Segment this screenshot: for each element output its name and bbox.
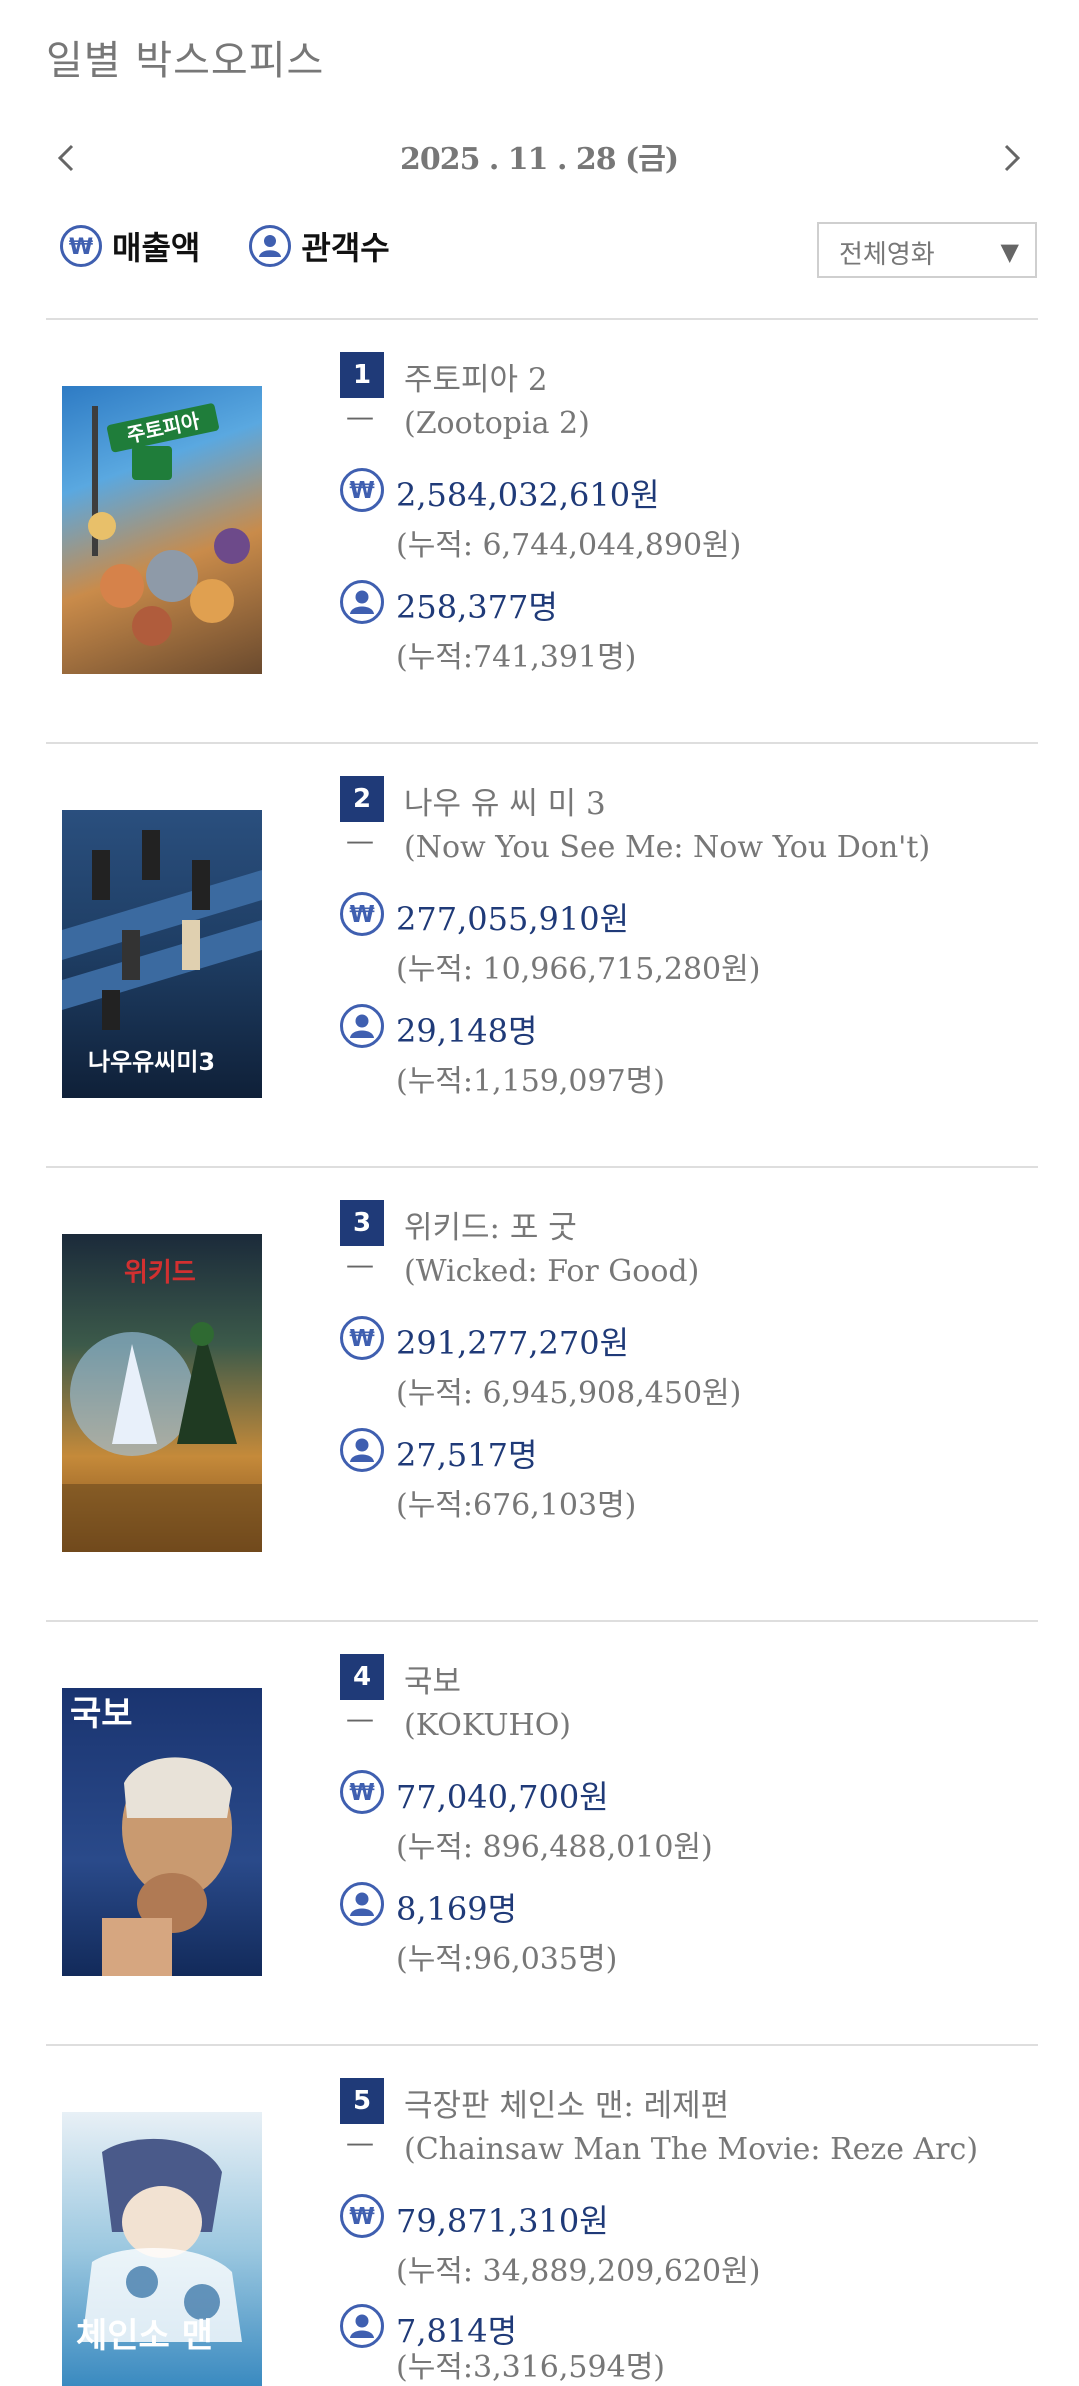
divider: [46, 318, 1038, 320]
movie-title[interactable]: 주토피아 2: [404, 354, 548, 399]
title-dash: —: [346, 1248, 374, 1281]
next-day-button[interactable]: [992, 136, 1032, 180]
legend: ₩ 매출액 관객수: [60, 223, 434, 273]
rank-badge: 2: [340, 776, 384, 822]
legend-sales: ₩ 매출액: [60, 223, 200, 269]
legend-audience: 관객수: [249, 223, 390, 269]
svg-text:₩: ₩: [69, 235, 93, 260]
daily-sales: 79,871,310원: [396, 2202, 609, 2240]
box-office-page: 일별 박스오피스 2025 . 11 . 28 (금) ₩ 매출액 관객수 전체…: [0, 0, 1079, 2386]
movie-poster: 체인소 맨: [62, 2112, 262, 2386]
accumulated-audience: (누적:3,316,594명): [396, 2350, 665, 2385]
poster-title-text: 국보: [70, 1694, 133, 1734]
poster-title-text: 나우유씨미3: [88, 1048, 216, 1076]
poster-title-text: 체인소 맨: [76, 2316, 213, 2356]
person-icon: [340, 580, 384, 624]
accumulated-audience: (누적:96,035명): [396, 1942, 618, 1977]
person-icon: [340, 1428, 384, 1472]
legend-sales-label: 매출액: [112, 229, 201, 267]
movie-poster: 주토피아: [62, 386, 262, 674]
movie-poster: 국보: [62, 1688, 262, 1976]
movie-poster: 위키드: [62, 1234, 262, 1552]
movie-poster: 나우유씨미3: [62, 810, 262, 1098]
movie-title[interactable]: 국보: [404, 1656, 461, 1701]
accumulated-sales: (누적: 6,945,908,450원): [396, 1376, 742, 1411]
rank-badge: 5: [340, 2078, 384, 2124]
movie-title[interactable]: 극장판 체인소 맨: 레제편: [404, 2080, 729, 2125]
divider: [46, 1620, 1038, 1622]
daily-audience: 258,377명: [396, 588, 558, 626]
movie-row[interactable]: 위키드 3 위키드: 포 굿 — (Wicked: For Good) ₩ 29…: [46, 1200, 1038, 1620]
daily-audience: 29,148명: [396, 1012, 538, 1050]
movie-title[interactable]: 나우 유 씨 미 3: [404, 778, 606, 823]
accumulated-sales: (누적: 896,488,010원): [396, 1830, 713, 1865]
svg-text:₩: ₩: [349, 902, 375, 928]
svg-text:₩: ₩: [349, 1780, 375, 1806]
original-title: (KOKUHO): [404, 1708, 571, 1743]
daily-sales: 277,055,910원: [396, 900, 630, 938]
accumulated-audience: (누적:741,391명): [396, 640, 637, 675]
won-icon: ₩: [340, 1770, 384, 1814]
daily-sales: 291,277,270원: [396, 1324, 630, 1362]
page-title: 일별 박스오피스: [46, 38, 325, 84]
accumulated-sales: (누적: 10,966,715,280원): [396, 952, 761, 987]
divider: [46, 2044, 1038, 2046]
current-date: 2025 . 11 . 28 (금): [399, 142, 679, 177]
movie-row[interactable]: 나우유씨미3 2 나우 유 씨 미 3 — (Now You See Me: N…: [46, 776, 1038, 1166]
person-icon: [340, 1004, 384, 1048]
won-icon: ₩: [340, 892, 384, 936]
person-icon: [340, 1882, 384, 1926]
daily-sales: 2,584,032,610원: [396, 476, 660, 514]
rank-badge: 4: [340, 1654, 384, 1700]
daily-audience: 27,517명: [396, 1436, 538, 1474]
daily-audience: 8,169명: [396, 1890, 518, 1928]
chevron-right-icon: [1004, 144, 1021, 172]
divider: [46, 742, 1038, 744]
legend-audience-label: 관객수: [301, 229, 390, 267]
won-icon: ₩: [340, 1316, 384, 1360]
movie-filter-select[interactable]: 전체영화 ▼: [817, 222, 1037, 278]
won-icon: ₩: [340, 2194, 384, 2238]
accumulated-sales: (누적: 6,744,044,890원): [396, 528, 742, 563]
original-title: (Zootopia 2): [404, 406, 590, 441]
dropdown-triangle-icon: ▼: [1000, 238, 1019, 266]
movie-title[interactable]: 위키드: 포 굿: [404, 1202, 577, 1247]
daily-sales: 77,040,700원: [396, 1778, 609, 1816]
person-icon: [249, 225, 292, 267]
person-icon: [340, 2304, 384, 2348]
movie-filter-value: 전체영화: [839, 240, 935, 270]
svg-text:₩: ₩: [349, 2204, 375, 2230]
title-dash: —: [346, 2126, 374, 2159]
original-title: (Wicked: For Good): [404, 1254, 700, 1289]
rank-badge: 3: [340, 1200, 384, 1246]
accumulated-sales: (누적: 34,889,209,620원): [396, 2254, 761, 2289]
title-dash: —: [346, 824, 374, 857]
accumulated-audience: (누적:1,159,097명): [396, 1064, 665, 1099]
won-icon: ₩: [60, 225, 102, 267]
date-navigation: 2025 . 11 . 28 (금): [46, 128, 1032, 188]
accumulated-audience: (누적:676,103명): [396, 1488, 637, 1523]
svg-text:₩: ₩: [349, 478, 375, 504]
movie-row[interactable]: 체인소 맨 5 극장판 체인소 맨: 레제편 — (Chainsaw Man T…: [46, 2078, 1038, 2386]
movie-row[interactable]: 국보 4 국보 — (KOKUHO) ₩ 77,040,700원 (누적: 89…: [46, 1654, 1038, 2044]
svg-text:₩: ₩: [349, 1326, 375, 1352]
title-dash: —: [346, 400, 374, 433]
original-title: (Now You See Me: Now You Don't): [404, 830, 931, 865]
original-title: (Chainsaw Man The Movie: Reze Arc): [404, 2132, 979, 2167]
poster-title-text: 위키드: [124, 1258, 196, 1288]
won-icon: ₩: [340, 468, 384, 512]
rank-badge: 1: [340, 352, 384, 398]
title-dash: —: [346, 1702, 374, 1735]
movie-row[interactable]: 주토피아 1 주토피아 2 — (Zootopia 2) ₩ 2,584,032…: [46, 352, 1038, 742]
divider: [46, 1166, 1038, 1168]
